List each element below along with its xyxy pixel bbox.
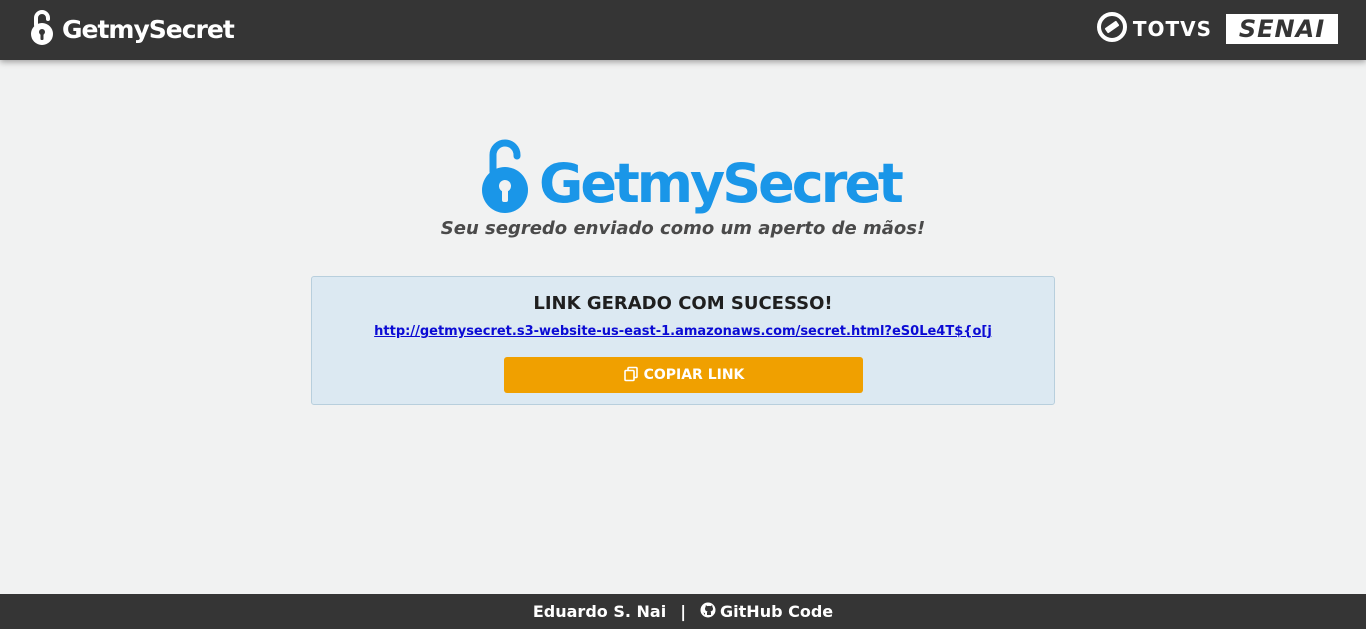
copy-icon [623,366,639,385]
copy-link-button[interactable]: COPIAR LINK [504,357,863,393]
totvs-logo: TOTVS [1096,12,1212,46]
github-code-label: GitHub Code [720,602,834,621]
totvs-logo-icon [1096,12,1127,46]
senai-label: SENAI [1238,15,1326,43]
generated-secret-link[interactable]: http://getmysecret.s3-website-us-east-1.… [312,324,1054,339]
tagline: Seu segredo enviado como um aperto de mã… [440,218,926,239]
brand-logo-link[interactable]: GetmySecret [30,9,235,49]
footer: Eduardo S. Nai | GitHub Code [0,594,1366,629]
top-navbar: GetmySecret TOTVS SENAI [0,0,1366,60]
github-icon [700,602,716,622]
unlocked-padlock-icon [481,138,531,218]
link-result-panel: LINK GERADO COM SUCESSO! http://getmysec… [311,276,1055,405]
footer-separator: | [680,602,687,621]
github-code-link[interactable]: GitHub Code [700,602,833,622]
hero-brand-name: GetmySecret [539,152,904,215]
brand-name: GetmySecret [62,14,235,44]
totvs-label: TOTVS [1132,17,1212,41]
hero-logo: GetmySecret [481,138,904,218]
success-title: LINK GERADO COM SUCESSO! [533,293,833,314]
footer-author: Eduardo S. Nai [532,602,667,621]
senai-logo: SENAI [1226,14,1338,44]
copy-link-label: COPIAR LINK [643,367,745,383]
unlocked-padlock-icon [30,9,54,49]
partner-logos: TOTVS SENAI [1096,12,1338,46]
